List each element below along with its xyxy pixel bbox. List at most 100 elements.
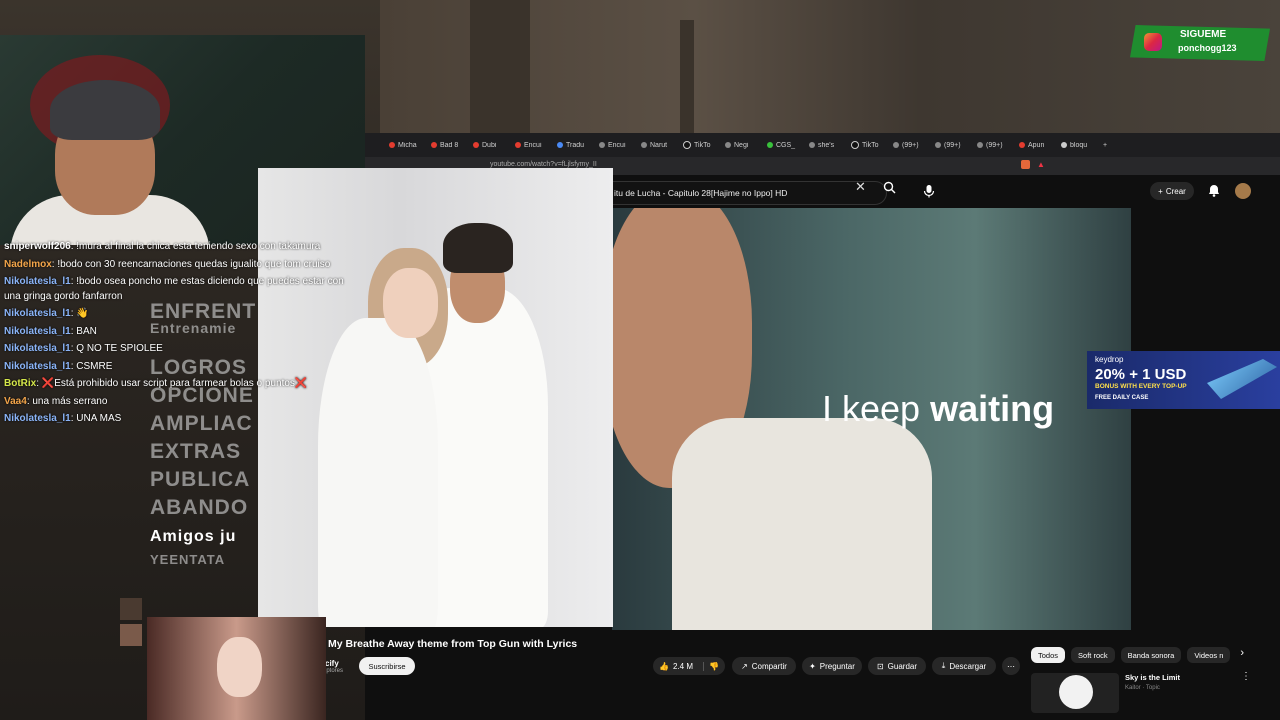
tab-label: TikTo [862, 141, 879, 149]
bell-icon[interactable] [1208, 184, 1220, 197]
menu-word: ABANDO [150, 496, 249, 519]
browser-tab[interactable]: (99+) [971, 142, 1013, 149]
chip-soft-rock[interactable]: Soft rock [1071, 647, 1115, 663]
chat-text: : ❌Está prohibido usar script para farme… [36, 378, 308, 389]
chip-soundtrack[interactable]: Banda sonora [1120, 647, 1182, 663]
tab-label: Encui [608, 141, 626, 149]
video-player[interactable]: I keep waiting [612, 208, 1131, 630]
menu-word: PUBLICA [150, 468, 251, 491]
keydrop-brand: keydrop [1095, 355, 1124, 364]
subtitle-bold-text: waiting [930, 388, 1055, 429]
browser-tab[interactable]: Micha [383, 142, 425, 149]
chat-message: Nikolatesla_l1: !bodo osea poncho me est… [4, 275, 344, 304]
download-icon: ⤓ [941, 661, 946, 670]
instagram-icon [1144, 33, 1162, 51]
ask-label: Preguntar [819, 661, 855, 671]
tab-icon [977, 142, 983, 148]
more-actions-button[interactable]: ⋯ [1002, 657, 1020, 675]
browser-tab[interactable]: bloqu [1055, 142, 1097, 149]
tab-label: (99+) [902, 141, 919, 149]
thumbs-down-icon[interactable]: 👎 [703, 661, 719, 671]
chat-username: Nadelmox [4, 258, 52, 270]
youtube-icon [1019, 142, 1025, 148]
browser-tab[interactable]: Tradu [551, 142, 593, 149]
chat-message: Nikolatesla_l1: 👋 [4, 307, 344, 322]
extension-icon[interactable] [1021, 160, 1030, 169]
like-button[interactable]: 👍 2.4 M 👎 [653, 657, 725, 675]
more-vert-icon[interactable]: ⋮ [1241, 671, 1251, 682]
tab-label: Encui [524, 141, 542, 149]
new-tab-button[interactable]: + [1097, 142, 1117, 149]
tab-icon [1061, 142, 1067, 148]
chevron-right-icon[interactable]: › [1236, 647, 1244, 663]
browser-tab[interactable]: she's [803, 142, 845, 149]
chat-message: Nikolatesla_l1: Q NO TE SPIOLEE [4, 342, 344, 357]
channel-label: cify [325, 659, 339, 668]
chat-message: BotRix: ❌Está prohibido usar script para… [4, 377, 344, 392]
channel-subs: iptores [325, 668, 344, 674]
tab-label: CGS_ [776, 141, 796, 149]
mic-icon[interactable] [920, 182, 938, 200]
share-button[interactable]: ↗ Compartir [732, 657, 796, 675]
small-avatar [120, 598, 142, 620]
search-text: itu de Lucha - Capitulo 28[Hajime no Ipp… [614, 188, 788, 198]
clear-search-icon[interactable]: ✕ [855, 179, 866, 195]
small-avatar [120, 624, 142, 646]
browser-tab[interactable]: Dubi [467, 142, 509, 149]
search-icon[interactable] [883, 181, 896, 194]
channel-name[interactable]: cify iptores [325, 659, 343, 674]
browser-tab[interactable]: (99+) [929, 142, 971, 149]
chat-username: Nikolatesla_l1 [4, 308, 71, 319]
browser-tab[interactable]: Apun [1013, 142, 1055, 149]
subscribe-button[interactable]: Suscribirse [359, 657, 415, 675]
chat-username: Nikolatesla_l1 [4, 276, 71, 287]
tab-label: (99+) [986, 141, 1003, 149]
chat-message: sniperwolf206: !mura al final la chica e… [4, 240, 344, 255]
browser-tab[interactable]: CGS_ [761, 142, 803, 149]
browser-tab[interactable]: (99+) [887, 142, 929, 149]
tab-label: bloqu [1070, 141, 1088, 149]
browser-tab[interactable]: Encui [593, 142, 635, 149]
chat-message: Nikolatesla_l1: UNA MAS [4, 412, 344, 427]
chip-all[interactable]: Todos [1031, 647, 1066, 663]
chip-videos[interactable]: Videos n [1187, 647, 1231, 663]
browser-tab[interactable]: Bad 8 [425, 142, 467, 149]
chat-username: sniperwolf206 [4, 241, 71, 252]
chat-message: Nikolatesla_l1: BAN [4, 325, 344, 340]
browser-tab[interactable]: TikTo [845, 141, 887, 149]
keydrop-ad: keydrop 20% + 1 USD BONUS WITH EVERY TOP… [1087, 351, 1280, 409]
create-label: Crear [1165, 186, 1186, 196]
video-sidebar [1131, 208, 1280, 630]
plus-icon: + [1158, 186, 1163, 196]
browser-tab[interactable]: TikTo [677, 141, 719, 149]
ask-button[interactable]: ✦ Preguntar [802, 657, 862, 675]
rifle-icon [1207, 359, 1277, 399]
search-input[interactable]: itu de Lucha - Capitulo 28[Hajime no Ipp… [605, 181, 887, 205]
more-icon: ⋯ [1007, 661, 1015, 671]
chat-username: BotRix [4, 378, 37, 389]
menu-word: EXTRAS [150, 440, 242, 463]
tab-label: (99+) [944, 141, 961, 149]
browser-tab[interactable]: Narut [635, 142, 677, 149]
like-count: 2.4 M [672, 661, 693, 671]
chat-text: : 👋 [70, 308, 89, 319]
bookmark-icon: ⊡ [876, 661, 884, 671]
youtube-icon [473, 142, 479, 148]
follow-title: SIGUEME [1180, 29, 1227, 40]
alert-icon[interactable]: ▲ [1037, 160, 1045, 169]
browser-tab[interactable]: Negi [719, 142, 761, 149]
tab-label: Narut [650, 141, 668, 149]
browser-tab[interactable]: Encui [509, 142, 551, 149]
share-label: Compartir [751, 661, 787, 671]
download-button[interactable]: ⤓ Descargar [932, 657, 996, 675]
thumbs-up-icon: 👍 [659, 661, 669, 671]
user-avatar[interactable] [1235, 183, 1251, 199]
recommended-thumbnail [1031, 673, 1119, 713]
save-button[interactable]: ⊡ Guardar [868, 657, 926, 675]
create-button[interactable]: + Crear [1150, 182, 1194, 200]
background-lamp-post [680, 20, 694, 135]
photo-dark-hair [443, 223, 513, 273]
tab-label: TikTo [694, 141, 711, 149]
photo-face-bride [383, 268, 438, 338]
tab-icon [725, 142, 731, 148]
